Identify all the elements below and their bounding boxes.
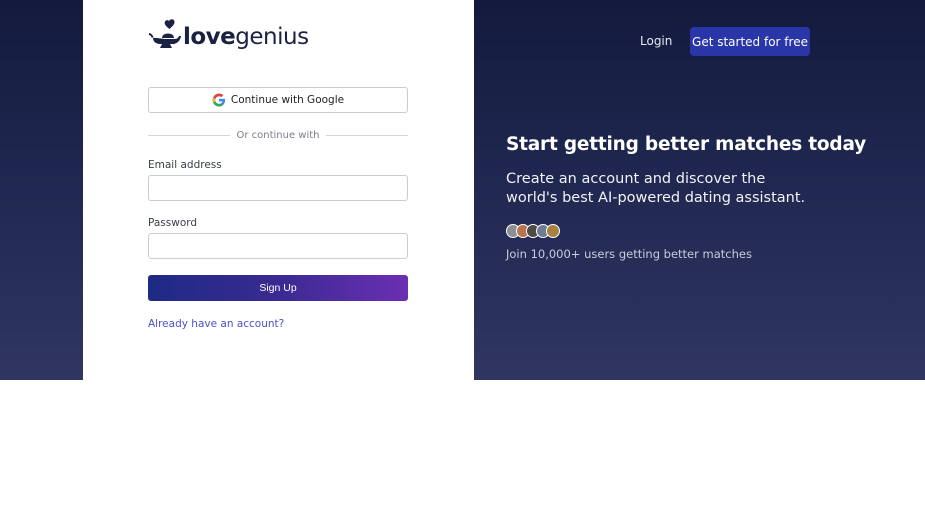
divider-text: Or continue with [236,129,320,141]
social-proof-text: Join 10,000+ users getting better matche… [506,247,752,261]
genie-lamp-heart-icon [149,19,181,48]
hero-subtitle: Create an account and discover the world… [506,171,806,206]
signup-panel: lovegenius Continue with Google Or conti… [83,0,474,380]
divider-line-right [325,134,409,136]
avatar [546,224,560,238]
brand-logo[interactable]: lovegenius [148,18,309,50]
get-started-button[interactable]: Get started for free [690,27,810,56]
continue-with-google-button[interactable]: Continue with Google [148,87,408,113]
sign-up-button[interactable]: Sign Up [148,275,408,301]
brand-wordmark-bold: love [183,23,236,50]
password-field[interactable] [148,233,408,259]
login-link[interactable]: Login [640,34,672,48]
email-label: Email address [148,159,222,171]
google-g-icon [212,93,226,107]
or-divider: Or continue with [148,129,409,141]
brand-wordmark-light: genius [235,23,309,50]
user-avatars [506,224,560,238]
email-field[interactable] [148,175,408,201]
already-have-account-link[interactable]: Already have an account? [148,318,284,330]
divider-line-left [148,134,231,136]
hero-title: Start getting better matches today [506,134,867,155]
continue-with-google-label: Continue with Google [230,94,345,106]
brand-wordmark: lovegenius [183,23,309,50]
password-label: Password [148,217,198,229]
